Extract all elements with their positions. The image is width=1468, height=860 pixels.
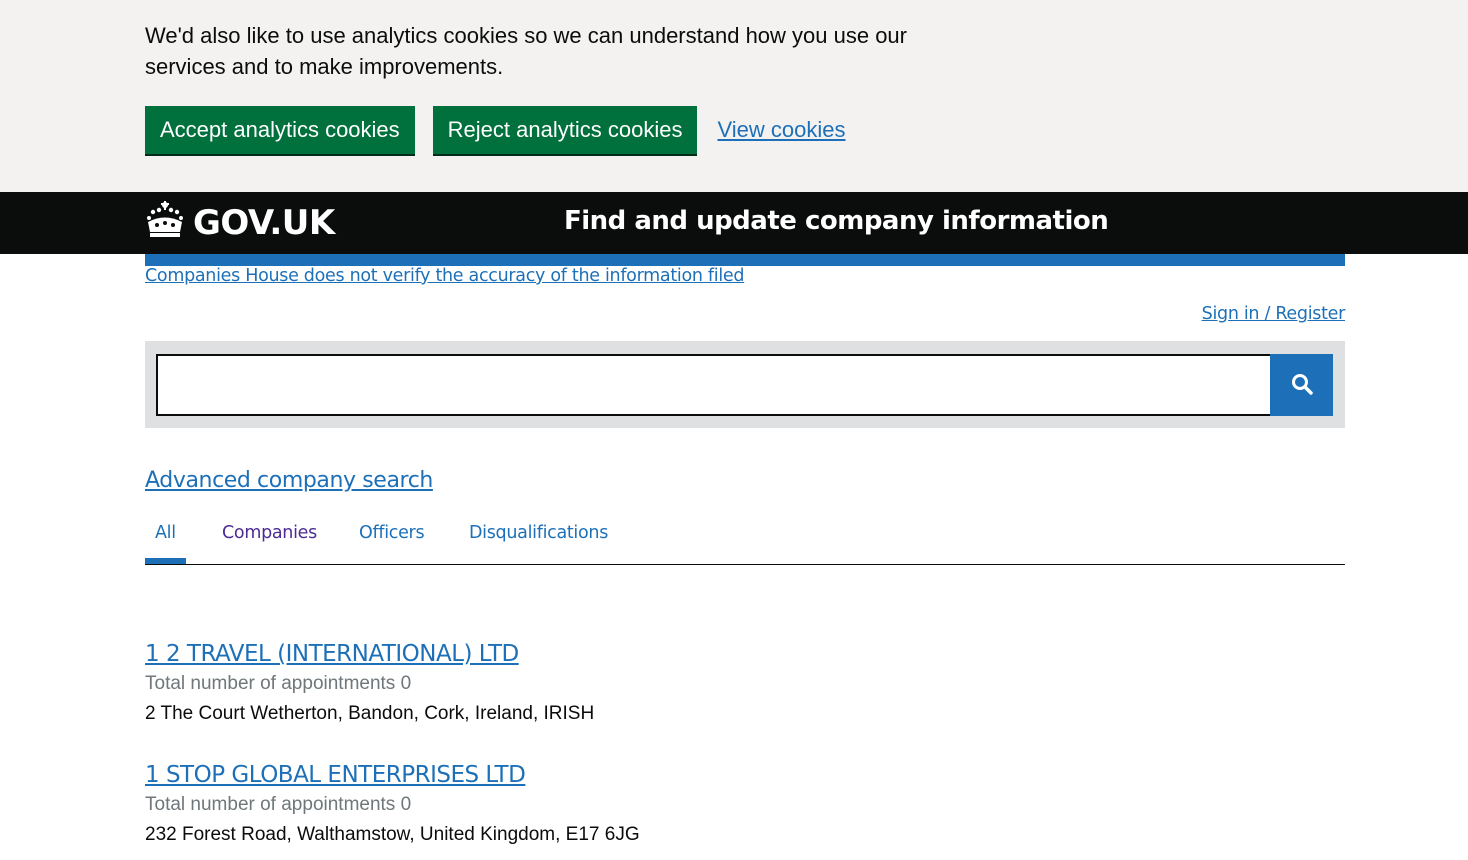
search-container <box>145 341 1345 428</box>
accuracy-notice-link[interactable]: Companies House does not verify the accu… <box>145 266 744 286</box>
govuk-logo-text: GOV.UK <box>193 202 335 243</box>
result-address: 2 The Court Wetherton, Bandon, Cork, Ire… <box>145 703 595 724</box>
sign-in-register-link[interactable]: Sign in / Register <box>1202 304 1346 324</box>
site-header: GOV.UK Find and update company informati… <box>0 192 1468 254</box>
reject-cookies-button[interactable]: Reject analytics cookies <box>432 106 698 154</box>
tab-companies[interactable]: Companies <box>222 523 317 543</box>
cookie-banner: We'd also like to use analytics cookies … <box>0 0 1468 192</box>
header-blue-bar <box>145 254 1345 266</box>
result-appointments: Total number of appointments 0 <box>145 673 412 694</box>
tab-disqualifications[interactable]: Disqualifications <box>469 523 608 543</box>
result-title-link[interactable]: 1 2 TRAVEL (INTERNATIONAL) LTD <box>145 641 594 667</box>
search-input[interactable] <box>156 354 1284 416</box>
result-address: 232 Forest Road, Walthamstow, United Kin… <box>145 824 640 845</box>
selected-tab-indicator <box>145 558 186 564</box>
accept-cookies-button[interactable]: Accept analytics cookies <box>145 106 415 154</box>
result-appointments: Total number of appointments 0 <box>145 794 412 815</box>
govuk-logo-link[interactable]: GOV.UK <box>145 201 335 244</box>
tab-all[interactable]: All <box>155 523 176 543</box>
search-results-tabs: All Companies Officers Disqualifications <box>145 518 1345 565</box>
result-title-link[interactable]: 1 STOP GLOBAL ENTERPRISES LTD <box>145 762 640 788</box>
cookie-actions: Accept analytics cookies Reject analytic… <box>145 106 845 154</box>
result-item: 1 2 TRAVEL (INTERNATIONAL) LTD Total num… <box>145 641 594 725</box>
advanced-company-search-link[interactable]: Advanced company search <box>145 468 433 493</box>
tab-officers[interactable]: Officers <box>359 523 425 543</box>
view-cookies-link[interactable]: View cookies <box>717 117 845 143</box>
service-name-link[interactable]: Find and update company information <box>564 206 1109 236</box>
result-item: 1 STOP GLOBAL ENTERPRISES LTD Total numb… <box>145 762 640 846</box>
search-button[interactable] <box>1270 354 1333 416</box>
crown-icon <box>145 201 185 244</box>
cookie-message: We'd also like to use analytics cookies … <box>145 23 907 79</box>
search-icon <box>1290 372 1314 399</box>
